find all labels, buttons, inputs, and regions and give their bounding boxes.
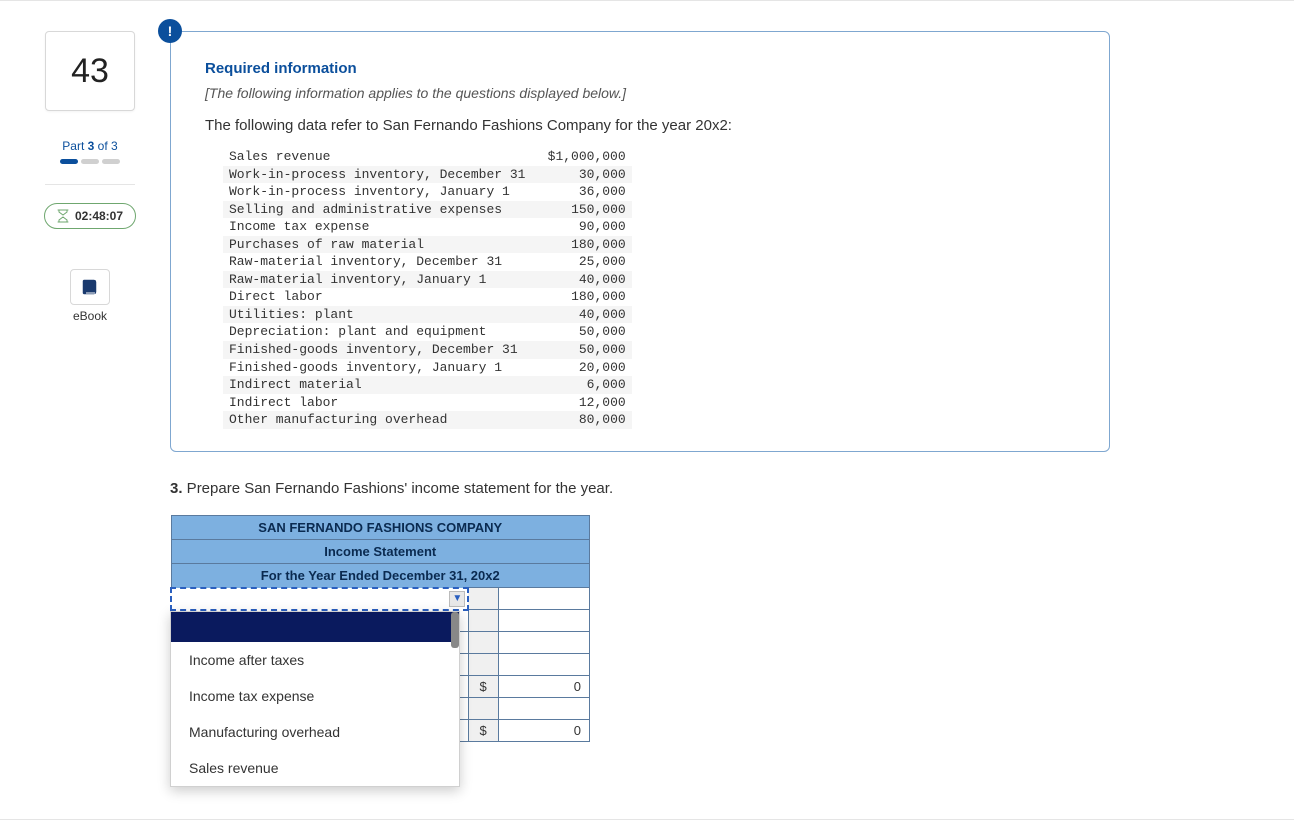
reference-data-row: Indirect material6,000	[223, 376, 632, 394]
reference-data-row: Sales revenue$1,000,000	[223, 148, 632, 166]
progress-segment	[60, 159, 78, 164]
question-text: Prepare San Fernando Fashions' income st…	[183, 480, 614, 497]
required-info-title: Required information	[205, 60, 1075, 77]
reference-data-label: Other manufacturing overhead	[223, 411, 531, 429]
amount-input-cell[interactable]	[498, 610, 590, 632]
reference-data-label: Selling and administrative expenses	[223, 201, 531, 219]
book-icon	[70, 269, 110, 305]
reference-data-row: Finished-goods inventory, December 3150,…	[223, 341, 632, 359]
divider	[45, 184, 135, 185]
ebook-button[interactable]: eBook	[70, 269, 110, 323]
reference-data-label: Utilities: plant	[223, 306, 531, 324]
amount-currency-cell: $	[468, 676, 498, 698]
reference-data-value: 12,000	[531, 394, 631, 412]
line-item-dropdown[interactable]: Income after taxes Income tax expense Ma…	[170, 611, 460, 787]
reference-data-row: Purchases of raw material180,000	[223, 236, 632, 254]
reference-data-row: Raw-material inventory, January 140,000	[223, 271, 632, 289]
reference-data-label: Raw-material inventory, December 31	[223, 253, 531, 271]
reference-data-row: Selling and administrative expenses150,0…	[223, 201, 632, 219]
dropdown-option[interactable]: Income after taxes	[171, 642, 459, 678]
ebook-label: eBook	[73, 309, 107, 323]
question-prompt: 3. Prepare San Fernando Fashions' income…	[170, 480, 1254, 497]
reference-data-row: Direct labor180,000	[223, 288, 632, 306]
question-number: 3.	[170, 480, 183, 497]
answer-header-company: SAN FERNANDO FASHIONS COMPANY	[171, 515, 590, 539]
answer-header-statement: Income Statement	[171, 539, 590, 563]
reference-data-label: Sales revenue	[223, 148, 531, 166]
progress-segment	[81, 159, 99, 164]
reference-data-value: 80,000	[531, 411, 631, 429]
part-prefix: Part	[62, 139, 87, 153]
amount-currency-cell[interactable]	[468, 698, 498, 720]
reference-data-value: 30,000	[531, 166, 631, 184]
reference-data-label: Work-in-process inventory, January 1	[223, 183, 531, 201]
reference-data-value: 6,000	[531, 376, 631, 394]
chevron-down-icon[interactable]: ▼	[449, 591, 465, 607]
progress-segment	[102, 159, 120, 164]
amount-computed-cell: 0	[498, 676, 590, 698]
amount-currency-cell[interactable]	[468, 588, 498, 610]
info-badge-icon: !	[158, 19, 182, 43]
reference-data-label: Work-in-process inventory, December 31	[223, 166, 531, 184]
reference-data-label: Depreciation: plant and equipment	[223, 323, 531, 341]
reference-data-label: Raw-material inventory, January 1	[223, 271, 531, 289]
timer-value: 02:48:07	[75, 209, 123, 223]
reference-data-row: Indirect labor12,000	[223, 394, 632, 412]
answer-header-period: For the Year Ended December 31, 20x2	[171, 563, 590, 588]
reference-data-label: Indirect material	[223, 376, 531, 394]
reference-data-label: Purchases of raw material	[223, 236, 531, 254]
dropdown-option[interactable]: Income tax expense	[171, 678, 459, 714]
dropdown-option[interactable]: Manufacturing overhead	[171, 714, 459, 750]
reference-data-label: Direct labor	[223, 288, 531, 306]
reference-data-value: 40,000	[531, 271, 631, 289]
reference-data-value: 50,000	[531, 341, 631, 359]
reference-data-row: Finished-goods inventory, January 120,00…	[223, 359, 632, 377]
reference-data-value: 20,000	[531, 359, 631, 377]
intro-text: The following data refer to San Fernando…	[205, 117, 1075, 134]
reference-data-label: Finished-goods inventory, January 1	[223, 359, 531, 377]
amount-input-cell[interactable]	[498, 698, 590, 720]
amount-currency-cell[interactable]	[468, 654, 498, 676]
reference-data-table: Sales revenue$1,000,000Work-in-process i…	[223, 148, 632, 429]
reference-data-value: 150,000	[531, 201, 631, 219]
reference-data-row: Raw-material inventory, December 3125,00…	[223, 253, 632, 271]
amount-input-cell[interactable]	[498, 654, 590, 676]
reference-data-value: 36,000	[531, 183, 631, 201]
hourglass-icon	[57, 209, 69, 223]
required-info-card: Required information [The following info…	[170, 31, 1110, 452]
reference-data-row: Income tax expense90,000	[223, 218, 632, 236]
part-total: of 3	[94, 139, 117, 153]
reference-data-label: Income tax expense	[223, 218, 531, 236]
amount-input-cell[interactable]	[498, 632, 590, 654]
reference-data-value: 180,000	[531, 288, 631, 306]
question-number-box: 43	[45, 31, 135, 111]
dropdown-option[interactable]: Sales revenue	[171, 750, 459, 786]
amount-input-cell[interactable]	[498, 588, 590, 610]
scrollbar[interactable]	[451, 612, 459, 648]
applies-note: [The following information applies to th…	[205, 85, 1075, 101]
part-indicator: Part 3 of 3	[62, 139, 117, 153]
reference-data-value: 90,000	[531, 218, 631, 236]
part-progress	[60, 159, 120, 164]
reference-data-row: Work-in-process inventory, December 3130…	[223, 166, 632, 184]
reference-data-label: Finished-goods inventory, December 31	[223, 341, 531, 359]
reference-data-row: Other manufacturing overhead80,000	[223, 411, 632, 429]
reference-data-label: Indirect labor	[223, 394, 531, 412]
reference-data-row: Utilities: plant40,000	[223, 306, 632, 324]
reference-data-value: $1,000,000	[531, 148, 631, 166]
amount-currency-cell: $	[468, 720, 498, 742]
amount-currency-cell[interactable]	[468, 632, 498, 654]
dropdown-option-blank[interactable]	[171, 612, 459, 642]
amount-computed-cell: 0	[498, 720, 590, 742]
line-item-select-active[interactable]: ▼	[171, 588, 468, 610]
reference-data-value: 50,000	[531, 323, 631, 341]
amount-currency-cell[interactable]	[468, 610, 498, 632]
reference-data-row: Work-in-process inventory, January 136,0…	[223, 183, 632, 201]
reference-data-value: 25,000	[531, 253, 631, 271]
reference-data-value: 180,000	[531, 236, 631, 254]
timer-pill[interactable]: 02:48:07	[44, 203, 136, 229]
reference-data-row: Depreciation: plant and equipment50,000	[223, 323, 632, 341]
reference-data-value: 40,000	[531, 306, 631, 324]
